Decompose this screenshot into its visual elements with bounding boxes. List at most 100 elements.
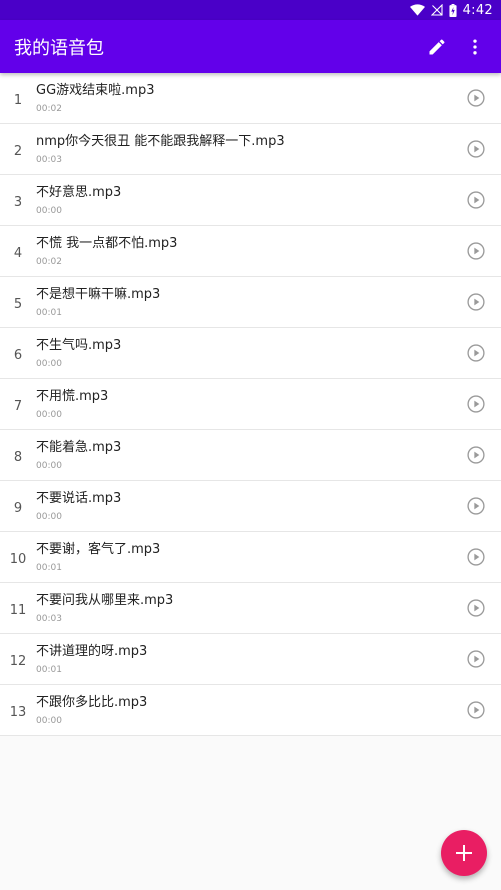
item-file-name: 不好意思.mp3 bbox=[36, 184, 122, 200]
play-button[interactable] bbox=[451, 700, 501, 720]
add-button[interactable] bbox=[441, 830, 487, 876]
page-title: 我的语音包 bbox=[14, 37, 104, 59]
list-item[interactable]: 12 不讲道理的呀.mp3 00:01 bbox=[0, 634, 501, 685]
item-index: 12 bbox=[9, 653, 27, 669]
play-circle-icon bbox=[467, 599, 485, 617]
play-circle-icon bbox=[467, 395, 485, 413]
play-button[interactable] bbox=[451, 190, 501, 210]
play-circle-icon bbox=[467, 89, 485, 107]
item-file-name: 不生气吗.mp3 bbox=[36, 337, 122, 353]
item-text: 不能着急.mp3 00:00 bbox=[36, 439, 451, 472]
play-circle-icon bbox=[467, 446, 485, 464]
item-duration: 00:03 bbox=[36, 613, 62, 624]
item-duration: 00:00 bbox=[36, 358, 62, 369]
no-signal-icon bbox=[430, 4, 443, 16]
item-duration: 00:00 bbox=[36, 460, 62, 471]
item-file-name: GG游戏结束啦.mp3 bbox=[36, 82, 155, 98]
item-text: 不跟你多比比.mp3 00:00 bbox=[36, 694, 451, 727]
add-icon bbox=[456, 845, 472, 861]
item-file-name: 不用慌.mp3 bbox=[36, 388, 109, 404]
battery-charging-icon bbox=[449, 3, 457, 17]
list-item[interactable]: 1 GG游戏结束啦.mp3 00:02 bbox=[0, 73, 501, 124]
play-button[interactable] bbox=[451, 547, 501, 567]
item-file-name: 不讲道理的呀.mp3 bbox=[36, 643, 148, 659]
item-text: 不要谢，客气了.mp3 00:01 bbox=[36, 541, 451, 574]
list-item[interactable]: 10 不要谢，客气了.mp3 00:01 bbox=[0, 532, 501, 583]
item-index: 13 bbox=[9, 704, 27, 720]
item-index: 9 bbox=[13, 500, 23, 516]
item-duration: 00:01 bbox=[36, 664, 62, 675]
item-text: GG游戏结束啦.mp3 00:02 bbox=[36, 82, 451, 115]
list-item[interactable]: 13 不跟你多比比.mp3 00:00 bbox=[0, 685, 501, 736]
play-circle-icon bbox=[467, 293, 485, 311]
item-index: 11 bbox=[9, 602, 27, 618]
edit-button[interactable] bbox=[419, 29, 455, 65]
play-circle-icon bbox=[467, 191, 485, 209]
play-circle-icon bbox=[467, 344, 485, 362]
list-item[interactable]: 8 不能着急.mp3 00:00 bbox=[0, 430, 501, 481]
play-button[interactable] bbox=[451, 241, 501, 261]
item-duration: 00:00 bbox=[36, 205, 62, 216]
item-text: nmp你今天很丑 能不能跟我解释一下.mp3 00:03 bbox=[36, 133, 451, 166]
item-file-name: nmp你今天很丑 能不能跟我解释一下.mp3 bbox=[36, 133, 285, 149]
play-circle-icon bbox=[467, 650, 485, 668]
item-file-name: 不要谢，客气了.mp3 bbox=[36, 541, 161, 557]
list-item[interactable]: 3 不好意思.mp3 00:00 bbox=[0, 175, 501, 226]
item-index: 5 bbox=[13, 296, 23, 312]
play-button[interactable] bbox=[451, 139, 501, 159]
play-circle-icon bbox=[467, 140, 485, 158]
more-vert-icon bbox=[473, 39, 477, 54]
screen: 4:42 我的语音包 1 GG游戏结束啦.mp3 00:02 2 nmp你今天很丑 能不… bbox=[0, 0, 501, 890]
list-item[interactable]: 2 nmp你今天很丑 能不能跟我解释一下.mp3 00:03 bbox=[0, 124, 501, 175]
play-circle-icon bbox=[467, 497, 485, 515]
item-text: 不慌 我一点都不怕.mp3 00:02 bbox=[36, 235, 451, 268]
more-options-button[interactable] bbox=[457, 29, 493, 65]
item-text: 不要说话.mp3 00:00 bbox=[36, 490, 451, 523]
item-duration: 00:01 bbox=[36, 307, 62, 318]
item-file-name: 不要问我从哪里来.mp3 bbox=[36, 592, 174, 608]
play-button[interactable] bbox=[451, 445, 501, 465]
item-text: 不生气吗.mp3 00:00 bbox=[36, 337, 451, 370]
status-time: 4:42 bbox=[462, 2, 493, 18]
item-text: 不讲道理的呀.mp3 00:01 bbox=[36, 643, 451, 676]
list-item[interactable]: 11 不要问我从哪里来.mp3 00:03 bbox=[0, 583, 501, 634]
list-item[interactable]: 6 不生气吗.mp3 00:00 bbox=[0, 328, 501, 379]
item-text: 不是想干嘛干嘛.mp3 00:01 bbox=[36, 286, 451, 319]
play-button[interactable] bbox=[451, 496, 501, 516]
item-file-name: 不要说话.mp3 bbox=[36, 490, 122, 506]
edit-icon bbox=[429, 38, 445, 54]
item-index: 3 bbox=[13, 194, 23, 210]
list-item[interactable]: 7 不用慌.mp3 00:00 bbox=[0, 379, 501, 430]
item-duration: 00:00 bbox=[36, 511, 62, 522]
list-item[interactable]: 4 不慌 我一点都不怕.mp3 00:02 bbox=[0, 226, 501, 277]
item-index: 4 bbox=[13, 245, 23, 261]
item-file-name: 不慌 我一点都不怕.mp3 bbox=[36, 235, 178, 251]
play-button[interactable] bbox=[451, 88, 501, 108]
app-bar: 我的语音包 bbox=[0, 20, 501, 73]
play-button[interactable] bbox=[451, 649, 501, 669]
item-file-name: 不是想干嘛干嘛.mp3 bbox=[36, 286, 161, 302]
play-circle-icon bbox=[467, 242, 485, 260]
list-item[interactable]: 5 不是想干嘛干嘛.mp3 00:01 bbox=[0, 277, 501, 328]
item-text: 不要问我从哪里来.mp3 00:03 bbox=[36, 592, 451, 625]
item-file-name: 不跟你多比比.mp3 bbox=[36, 694, 148, 710]
item-text: 不好意思.mp3 00:00 bbox=[36, 184, 451, 217]
item-text: 不用慌.mp3 00:00 bbox=[36, 388, 451, 421]
item-duration: 00:00 bbox=[36, 409, 62, 420]
item-index: 7 bbox=[13, 398, 23, 414]
item-index: 10 bbox=[9, 551, 27, 567]
item-index: 1 bbox=[13, 92, 23, 108]
item-index: 8 bbox=[13, 449, 23, 465]
play-button[interactable] bbox=[451, 598, 501, 618]
item-duration: 00:00 bbox=[36, 715, 62, 726]
item-duration: 00:03 bbox=[36, 154, 62, 165]
play-button[interactable] bbox=[451, 292, 501, 312]
item-duration: 00:02 bbox=[36, 103, 62, 114]
play-button[interactable] bbox=[451, 343, 501, 363]
item-index: 2 bbox=[13, 143, 23, 159]
wifi-icon bbox=[409, 4, 425, 16]
play-circle-icon bbox=[467, 701, 485, 719]
voice-pack-list: 1 GG游戏结束啦.mp3 00:02 2 nmp你今天很丑 能不能跟我解释一下.mp3… bbox=[0, 73, 501, 736]
play-button[interactable] bbox=[451, 394, 501, 414]
list-item[interactable]: 9 不要说话.mp3 00:00 bbox=[0, 481, 501, 532]
